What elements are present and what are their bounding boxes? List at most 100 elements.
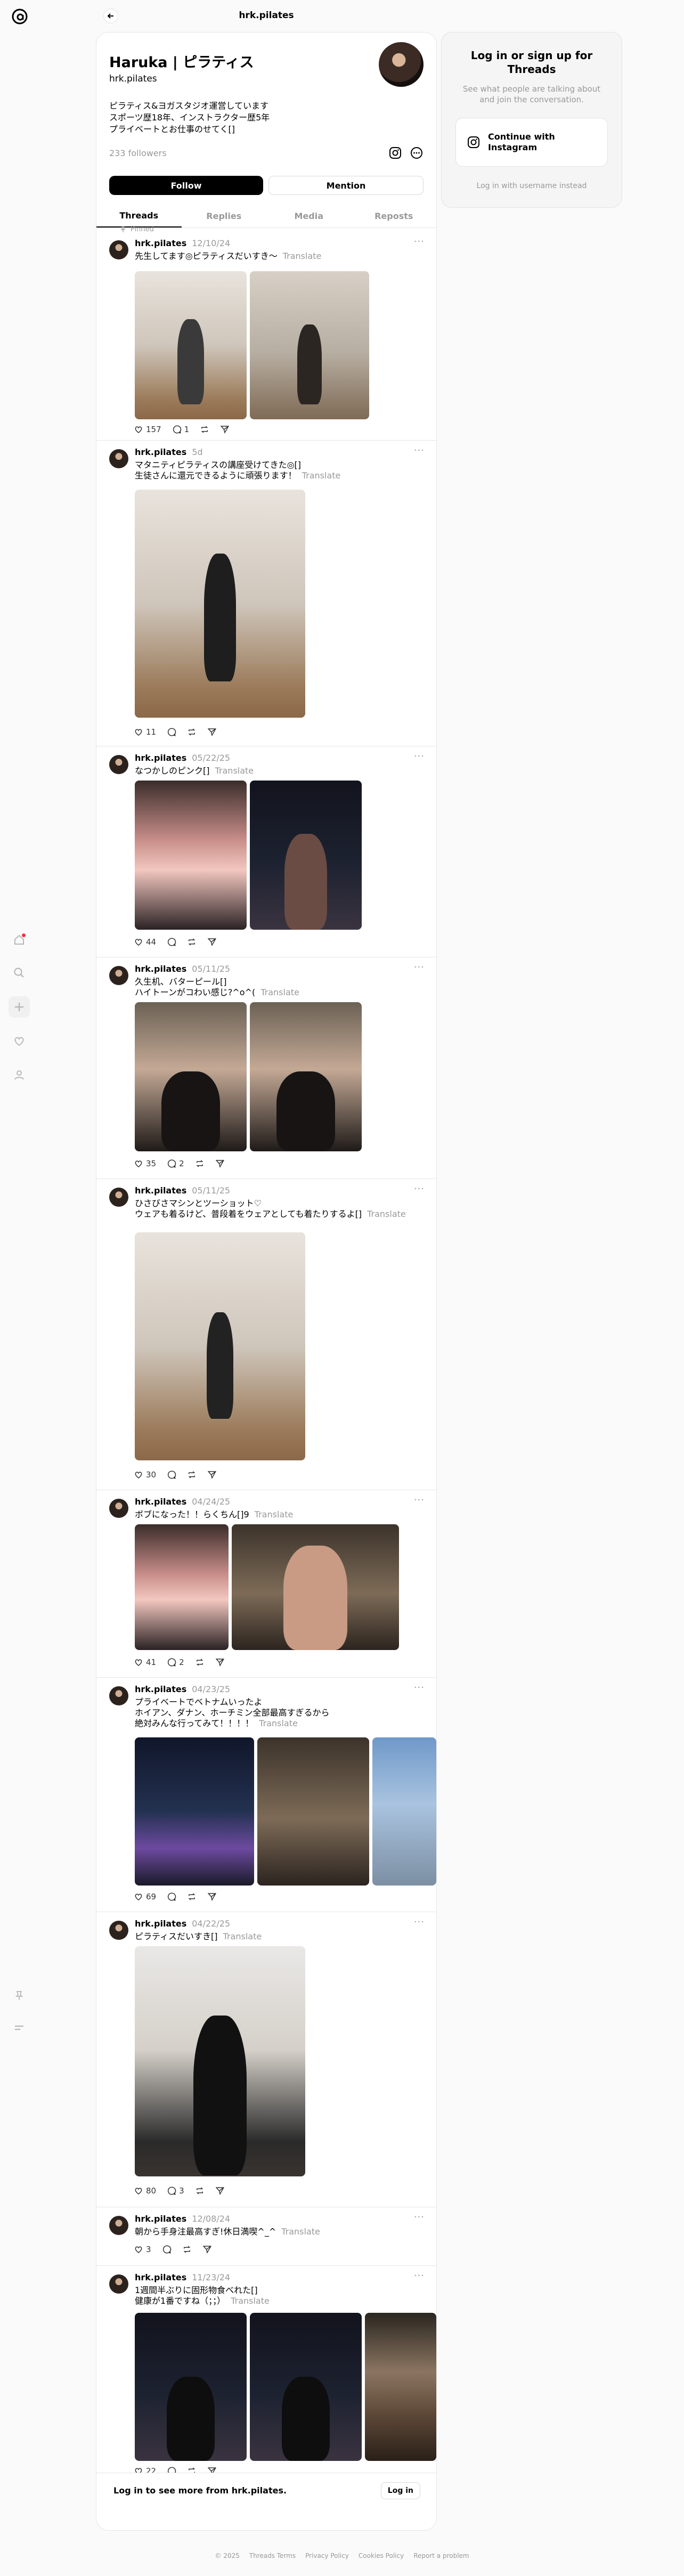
reply-button[interactable] (167, 1470, 176, 1480)
repost-button[interactable] (195, 1657, 205, 1667)
like-button[interactable]: 3 (134, 2245, 151, 2254)
share-button[interactable] (207, 937, 217, 947)
share-button[interactable] (215, 2186, 225, 2196)
post-image[interactable] (250, 1002, 362, 1151)
post-username[interactable]: hrk.pilates 04/23/25 (135, 1684, 230, 1694)
post-avatar[interactable] (109, 1921, 128, 1940)
footer-report-link[interactable]: Report a problem (413, 2552, 469, 2559)
translate-link[interactable]: Translate (259, 1718, 298, 1728)
thread-post[interactable]: hrk.pilates 11/23/24 ··· 1週間半ぶりに固形物食べれた[]… (96, 2266, 436, 2476)
translate-link[interactable]: Translate (223, 1931, 262, 1941)
translate-link[interactable]: Translate (231, 2296, 270, 2306)
post-username[interactable]: hrk.pilates 5d (135, 447, 203, 457)
threads-logo-icon[interactable] (11, 7, 29, 26)
like-button[interactable]: 11 (134, 727, 156, 737)
followers-count[interactable]: 233 followers (109, 148, 167, 158)
share-button[interactable] (202, 2245, 212, 2254)
post-avatar[interactable] (109, 1188, 128, 1207)
post-username[interactable]: hrk.pilates 05/11/25 (135, 1185, 230, 1196)
translate-link[interactable]: Translate (255, 1509, 294, 1519)
share-button[interactable] (220, 425, 230, 434)
follow-button[interactable]: Follow (109, 176, 263, 195)
repost-button[interactable] (187, 1470, 197, 1480)
post-username[interactable]: hrk.pilates 11/23/24 (135, 2272, 230, 2282)
post-username-text[interactable]: hrk.pilates (135, 1684, 186, 1694)
nav-home[interactable] (9, 929, 30, 950)
post-avatar[interactable] (109, 2274, 128, 2294)
post-username-text[interactable]: hrk.pilates (135, 753, 186, 763)
post-username[interactable]: hrk.pilates 04/22/25 (135, 1919, 230, 1929)
post-image[interactable] (135, 1232, 305, 1460)
post-image[interactable] (135, 271, 247, 419)
translate-link[interactable]: Translate (215, 766, 254, 776)
post-date[interactable]: 05/11/25 (192, 964, 230, 974)
profile-avatar[interactable] (379, 42, 424, 87)
post-username[interactable]: hrk.pilates 12/10/24 (135, 238, 230, 248)
post-date[interactable]: 05/22/25 (192, 753, 230, 763)
more-circle-icon[interactable] (410, 146, 424, 160)
reply-button[interactable] (167, 937, 176, 947)
post-image[interactable] (250, 2313, 362, 2461)
repost-button[interactable] (187, 727, 197, 737)
instagram-icon[interactable] (388, 146, 402, 160)
post-image[interactable] (135, 1946, 305, 2176)
repost-button[interactable] (200, 425, 209, 434)
nav-create[interactable] (9, 996, 30, 1018)
nav-profile[interactable] (9, 1064, 30, 1086)
post-image[interactable] (135, 2313, 247, 2461)
translate-link[interactable]: Translate (302, 470, 341, 481)
post-username[interactable]: hrk.pilates 12/08/24 (135, 2214, 230, 2224)
thread-post[interactable]: hrk.pilates 05/11/25 ··· ひさびさマシンとツーショット♡ … (96, 1179, 436, 1490)
post-avatar[interactable] (109, 1686, 128, 1705)
footer-privacy-link[interactable]: Privacy Policy (305, 2552, 349, 2559)
post-username-text[interactable]: hrk.pilates (135, 1497, 186, 1507)
like-button[interactable]: 44 (134, 937, 156, 947)
post-more-icon[interactable]: ··· (414, 1916, 425, 1928)
nav-search[interactable] (9, 962, 30, 984)
like-button[interactable]: 41 (134, 1657, 156, 1667)
post-username-text[interactable]: hrk.pilates (135, 447, 186, 457)
repost-button[interactable] (195, 1159, 205, 1168)
share-button[interactable] (207, 1470, 217, 1480)
continue-with-instagram-button[interactable]: Continue with Instagram (455, 118, 608, 167)
post-username[interactable]: hrk.pilates 05/11/25 (135, 964, 230, 974)
share-button[interactable] (207, 1892, 217, 1901)
share-button[interactable] (215, 1159, 225, 1168)
post-image[interactable] (250, 271, 369, 419)
share-button[interactable] (215, 1657, 225, 1667)
post-more-icon[interactable]: ··· (414, 1183, 425, 1194)
post-avatar[interactable] (109, 755, 128, 774)
post-image[interactable] (135, 1002, 247, 1151)
post-date[interactable]: 04/23/25 (192, 1684, 230, 1694)
thread-post[interactable]: hrk.pilates 5d ··· マタニティピラティスの講座受けてきた◎[] … (96, 441, 436, 746)
post-image[interactable] (135, 490, 305, 718)
post-username-text[interactable]: hrk.pilates (135, 2272, 186, 2282)
thread-post[interactable]: hrk.pilates 12/08/24 ··· 朝から手身注最高すぎ!休日満喫^… (96, 2207, 436, 2266)
post-username[interactable]: hrk.pilates 04/24/25 (135, 1497, 230, 1507)
post-image[interactable] (135, 781, 247, 930)
post-date[interactable]: 5d (192, 447, 202, 457)
post-date[interactable]: 12/10/24 (192, 238, 230, 248)
translate-link[interactable]: Translate (283, 251, 322, 261)
translate-link[interactable]: Translate (260, 987, 299, 997)
post-avatar[interactable] (109, 966, 128, 985)
repost-button[interactable] (187, 1892, 197, 1901)
reply-button[interactable]: 1 (172, 425, 189, 434)
footer-cookies-link[interactable]: Cookies Policy (359, 2552, 404, 2559)
like-button[interactable]: 80 (134, 2186, 156, 2196)
repost-button[interactable] (195, 2186, 205, 2196)
post-more-icon[interactable]: ··· (414, 751, 425, 762)
nav-activity[interactable] (9, 1030, 30, 1052)
like-button[interactable]: 157 (134, 425, 161, 434)
post-image[interactable] (135, 1524, 229, 1650)
post-avatar[interactable] (109, 449, 128, 468)
post-image[interactable] (135, 1737, 254, 1886)
reply-button[interactable] (167, 1892, 176, 1901)
post-date[interactable]: 05/11/25 (192, 1185, 230, 1196)
post-username-text[interactable]: hrk.pilates (135, 2214, 186, 2224)
post-image[interactable] (257, 1737, 369, 1886)
post-more-icon[interactable]: ··· (414, 445, 425, 456)
post-date[interactable]: 04/22/25 (192, 1919, 230, 1929)
repost-button[interactable] (182, 2245, 192, 2254)
reply-button[interactable]: 3 (167, 2186, 184, 2196)
